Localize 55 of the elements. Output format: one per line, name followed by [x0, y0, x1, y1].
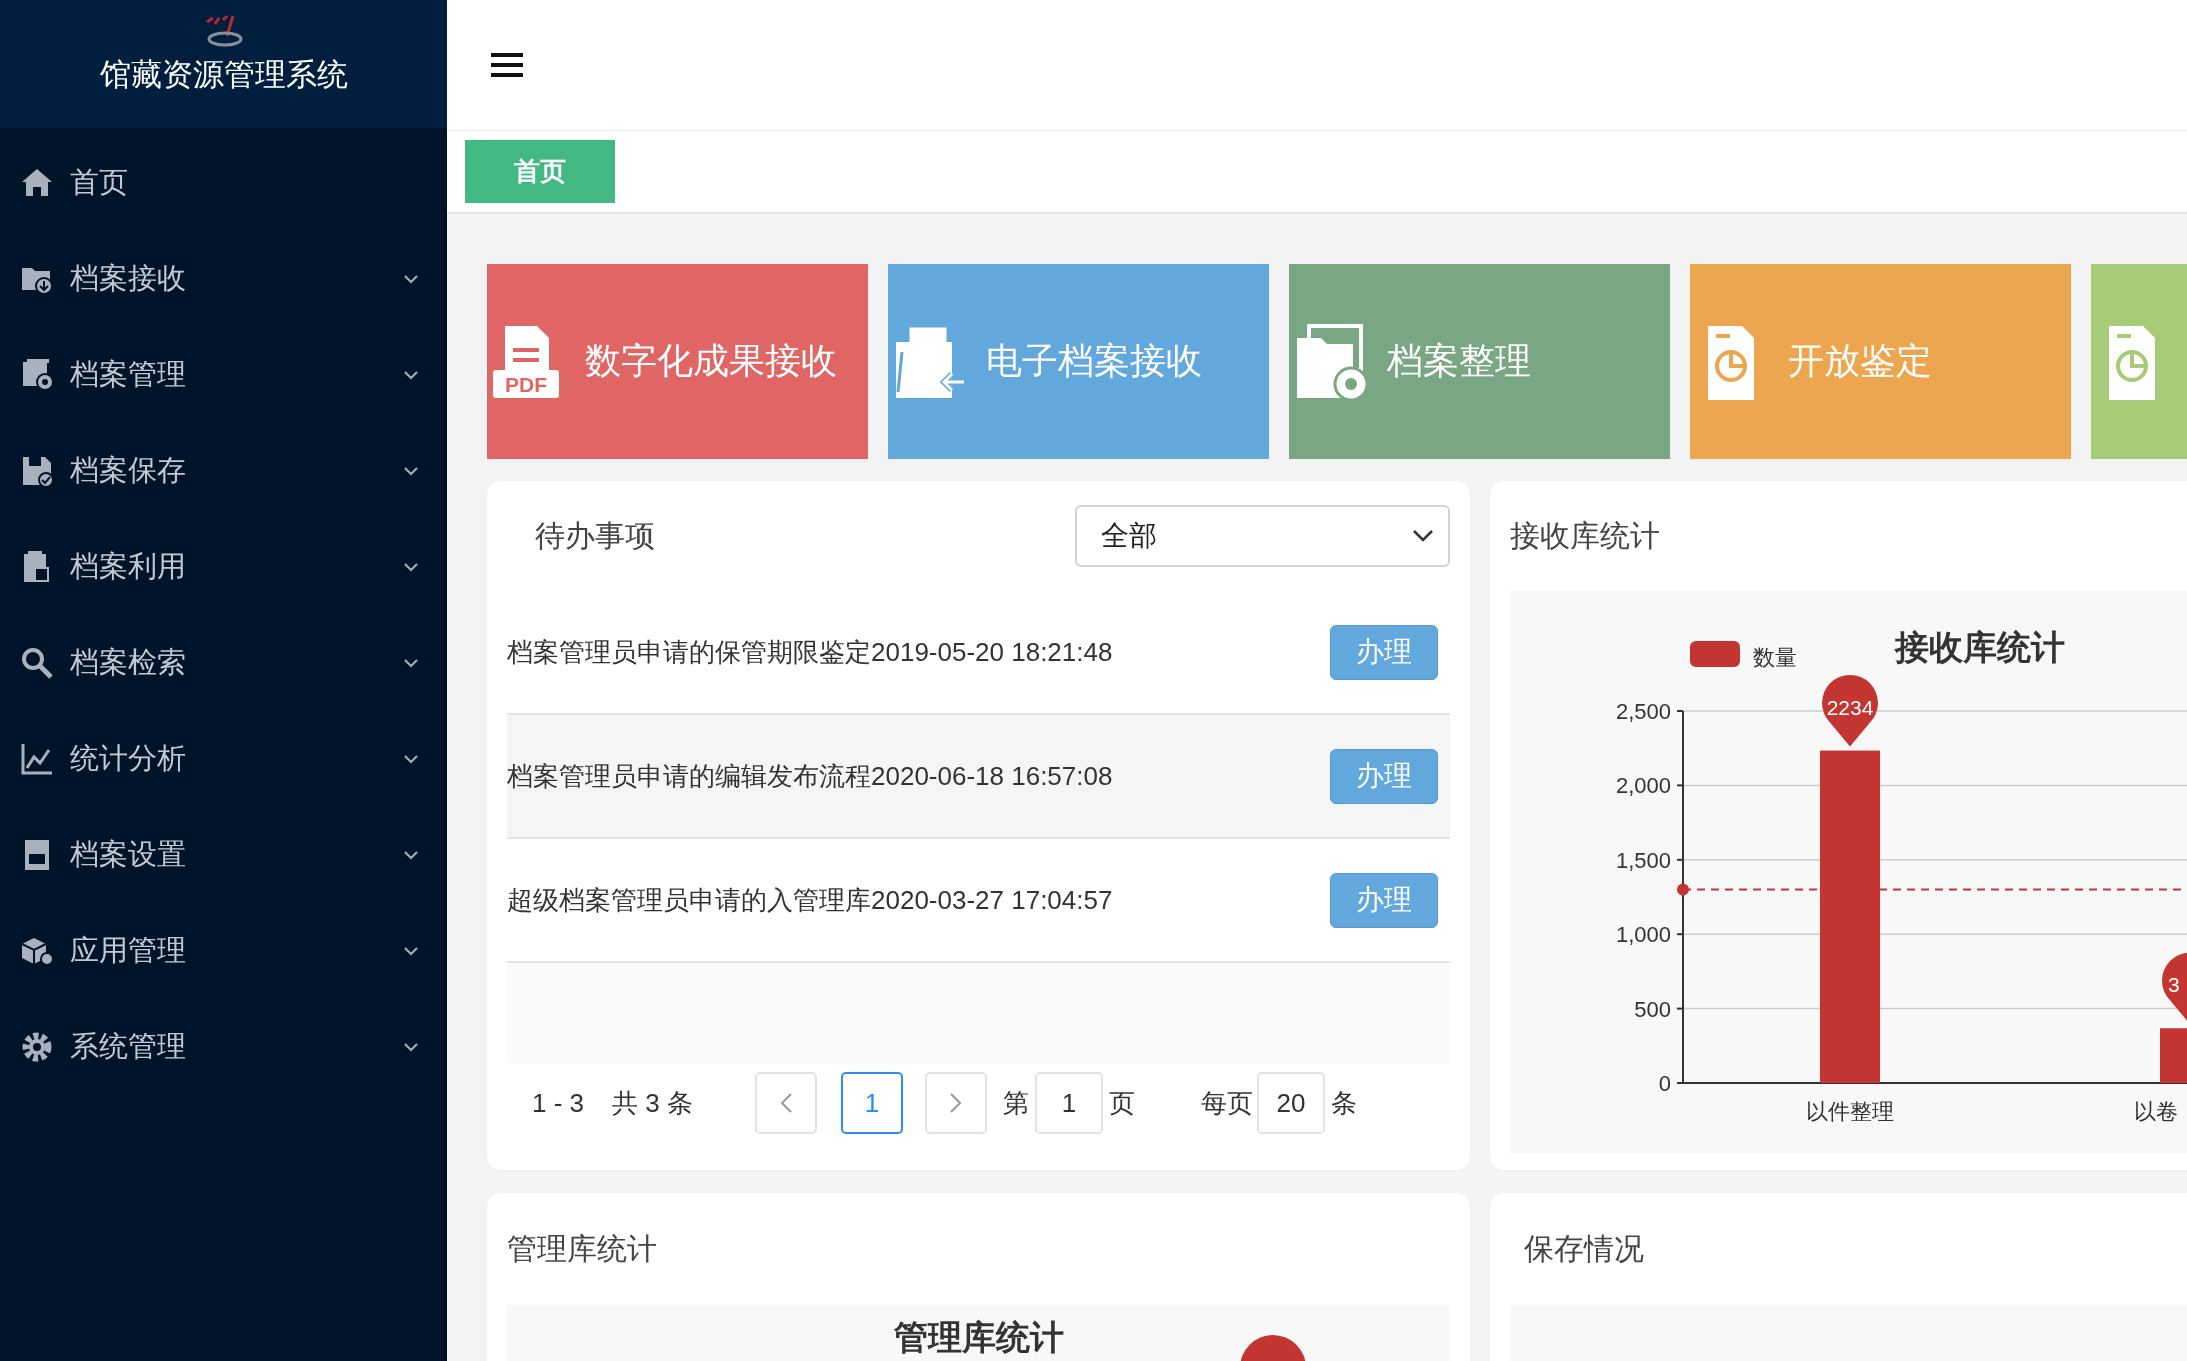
bar[interactable]	[2160, 1028, 2187, 1083]
axis-label: 2,500	[1615, 699, 1671, 724]
axis-label: 2,000	[1615, 773, 1671, 799]
sidebar-item[interactable]: 档案设置	[0, 807, 447, 903]
chart-title: 接收库统计	[1895, 628, 2065, 666]
chart-icon	[20, 742, 54, 776]
filter-dropdown[interactable]: 全部	[1075, 505, 1450, 567]
task-text: 档案管理员申请的保管期限鉴定2019-05-20 18:21:48	[507, 635, 1113, 669]
axis-label: 500	[1634, 996, 1671, 1022]
sidebar-item[interactable]: 统计分析	[0, 711, 447, 807]
sidebar-item[interactable]: 首页	[0, 135, 447, 231]
floppy-icon	[20, 454, 54, 488]
category-label: 以卷	[2134, 1099, 2178, 1124]
axis-label: 1,500	[1615, 847, 1671, 873]
average-marker	[1677, 883, 1689, 896]
page-input[interactable]: 1	[1034, 1072, 1103, 1134]
axis-label: 1,000	[1615, 922, 1671, 948]
range-text: 1 - 3	[532, 1087, 585, 1119]
search-icon	[20, 646, 54, 680]
pager-label: 每页	[1200, 1086, 1253, 1120]
legend-label[interactable]: 数量	[1753, 645, 1797, 670]
sidebar-item[interactable]: 档案利用	[0, 519, 447, 615]
axis-label: 0	[1658, 1071, 1671, 1096]
value-label: 3	[2168, 973, 2180, 997]
sidebar-item[interactable]: 档案保存	[0, 423, 447, 519]
category-label: 以件整理	[1806, 1099, 1894, 1124]
next-page-button[interactable]	[924, 1072, 987, 1134]
prev-page-button[interactable]	[754, 1072, 817, 1134]
task-text: 档案管理员申请的编辑发布流程2020-06-18 16:57:08	[507, 759, 1113, 793]
panel-title: 接收库统计	[1510, 517, 1660, 554]
panel-title: 保存情况	[1524, 1230, 1644, 1267]
chart-title: 管理库统计	[893, 1317, 1064, 1358]
task-text: 超级档案管理员申请的入管理库2020-03-27 17:04:57	[507, 883, 1113, 917]
pager-label: 条	[1330, 1086, 1357, 1120]
panel-title: 管理库统计	[507, 1230, 657, 1267]
pager-label: 页	[1108, 1086, 1135, 1120]
bar[interactable]	[1820, 750, 1880, 1083]
sidebar-item[interactable]: 系统管理	[0, 999, 447, 1095]
sidebar-item[interactable]: 档案接收	[0, 231, 447, 327]
chevron-right-icon	[948, 1092, 963, 1114]
page-size-input[interactable]: 20	[1256, 1072, 1325, 1134]
panel-title: 待办事项	[534, 517, 655, 554]
legend-swatch[interactable]	[1690, 641, 1740, 667]
sidebar-item[interactable]: 应用管理	[0, 903, 447, 999]
sidebar-item[interactable]: 档案检索	[0, 615, 447, 711]
menu-icon[interactable]	[491, 53, 523, 77]
gear-icon	[20, 1030, 54, 1064]
value-label: 2234	[1826, 695, 1874, 719]
chevron-icon	[1412, 529, 1434, 543]
total-text: 共 3 条	[612, 1086, 693, 1120]
pager-label: 第	[1002, 1086, 1029, 1120]
sidebar-item[interactable]: 档案管理	[0, 327, 447, 423]
app-title: 馆藏资源管理系统	[99, 56, 348, 94]
chevron-left-icon	[778, 1092, 793, 1114]
pin-marker	[1822, 675, 1878, 747]
